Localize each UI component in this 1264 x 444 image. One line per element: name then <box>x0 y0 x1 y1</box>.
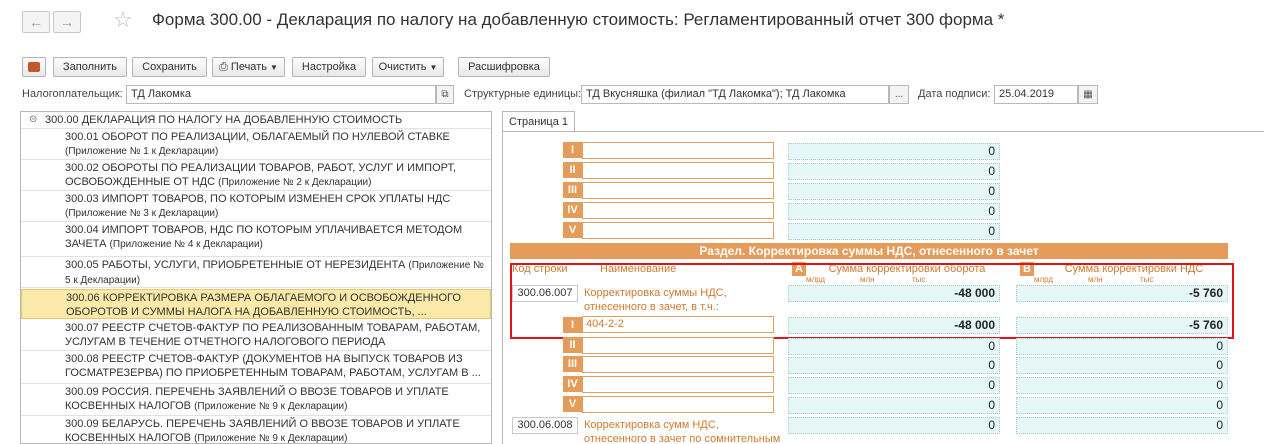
vat-input[interactable]: 0 <box>1016 357 1228 374</box>
vat-input[interactable]: 0 <box>1016 417 1228 434</box>
tree-root-label: 300.00 ДЕКЛАРАЦИЯ ПО НАЛОГУ НА ДОБАВЛЕНН… <box>45 114 403 126</box>
tree-item[interactable]: 300.01 ОБОРОТ ПО РЕАЛИЗАЦИИ, ОБЛАГАЕМЫЙ … <box>21 129 491 160</box>
tab-page-1[interactable]: Страница 1 <box>502 111 575 132</box>
row-num: IV <box>563 376 582 392</box>
tree-item-sub: (Приложение № 4 к Декларации) <box>109 239 263 250</box>
house-icon <box>28 62 40 72</box>
tree-item-sub: (Приложение № 2 к Декларации) <box>218 177 372 188</box>
row-num: V <box>563 222 582 238</box>
tree-item[interactable]: 300.03 ИМПОРТ ТОВАРОВ, ПО КОТОРЫМ ИЗМЕНЕ… <box>21 191 491 222</box>
tree-item-title: 300.05 РАБОТЫ, УСЛУГИ, ПРИОБРЕТЕННЫЕ ОТ … <box>65 259 406 271</box>
tree-item-selected[interactable]: 300.06 КОРРЕКТИРОВКА РАЗМЕРА ОБЛАГАЕМОГО… <box>21 289 491 319</box>
units-label: Структурные единицы: <box>464 88 582 100</box>
highlight-frame <box>510 263 1234 339</box>
tree-item-title: 300.07 РЕЕСТР СЧЕТОВ-ФАКТУР ПО РЕАЛИЗОВА… <box>65 322 481 348</box>
turnover-input[interactable]: 0 <box>788 338 1000 355</box>
row-num: II <box>563 337 582 353</box>
forward-button[interactable]: → <box>53 11 81 33</box>
report-tree[interactable]: ⊝ 300.00 ДЕКЛАРАЦИЯ ПО НАЛОГУ НА ДОБАВЛЕ… <box>20 111 492 444</box>
tree-item-title: 300.08 РЕЕСТР СЧЕТОВ-ФАКТУР (ДОКУМЕНТОВ … <box>65 353 481 379</box>
name-input[interactable] <box>582 222 774 239</box>
name-input[interactable] <box>582 396 774 413</box>
tree-item[interactable]: 300.08 РЕЕСТР СЧЕТОВ-ФАКТУР (ДОКУМЕНТОВ … <box>21 351 491 384</box>
settings-button[interactable]: Настройка <box>292 57 366 77</box>
row-num: II <box>563 162 582 178</box>
print-button[interactable]: ⎙ Печать ▼ <box>212 57 285 77</box>
date-label: Дата подписи: <box>918 88 991 100</box>
tree-item-title: 300.06 КОРРЕКТИРОВКА РАЗМЕРА ОБЛАГАЕМОГО… <box>66 292 461 318</box>
value-input[interactable]: 0 <box>788 223 1000 240</box>
clear-label: Очистить <box>378 61 427 73</box>
taxpayer-label: Налогоплательщик: <box>22 88 123 100</box>
back-button[interactable]: ← <box>22 11 50 33</box>
favorite-star-icon[interactable]: ☆ <box>113 8 133 32</box>
row-code: 300.06.008 <box>512 417 578 434</box>
turnover-input[interactable]: 0 <box>788 417 1000 434</box>
clear-button[interactable]: Очистить ▼ <box>372 57 444 77</box>
value-input[interactable]: 0 <box>788 163 1000 180</box>
tree-item[interactable]: 300.09 БЕЛАРУСЬ. ПЕРЕЧЕНЬ ЗАЯВЛЕНИЙ О ВВ… <box>21 416 491 444</box>
tree-item-title: 300.03 ИМПОРТ ТОВАРОВ, ПО КОТОРЫМ ИЗМЕНЕ… <box>65 193 451 205</box>
value-input[interactable]: 0 <box>788 203 1000 220</box>
printer-icon: ⎙ <box>219 61 228 73</box>
open-taxpayer-button[interactable]: ⧉ <box>436 85 454 104</box>
units-input[interactable]: ТД Вкусняшка (филиал "ТД Лакомка"); ТД Л… <box>581 85 889 104</box>
arrow-left-icon: ← <box>29 14 43 30</box>
tree-root[interactable]: ⊝ 300.00 ДЕКЛАРАЦИЯ ПО НАЛОГУ НА ДОБАВЛЕ… <box>21 112 491 129</box>
turnover-input[interactable]: 0 <box>788 397 1000 414</box>
calendar-button[interactable]: ▦ <box>1078 85 1098 104</box>
taxpayer-input[interactable]: ТД Лакомка <box>126 85 436 104</box>
vat-input[interactable]: 0 <box>1016 338 1228 355</box>
print-label: Печать <box>230 61 267 73</box>
tree-item[interactable]: 300.07 РЕЕСТР СЧЕТОВ-ФАКТУР ПО РЕАЛИЗОВА… <box>21 320 491 351</box>
calendar-icon: ▦ <box>1083 89 1093 100</box>
tree-item-sub: (Приложение № 9 к Декларации) <box>194 433 348 444</box>
collapse-icon: ⊝ <box>29 114 38 125</box>
vat-input[interactable]: 0 <box>1016 377 1228 394</box>
row-num: V <box>563 396 582 412</box>
name-input[interactable] <box>582 356 774 373</box>
row-num: IV <box>563 202 582 218</box>
value-input[interactable]: 0 <box>788 183 1000 200</box>
tree-item-sub: (Приложение № 1 к Декларации) <box>65 146 219 157</box>
chevron-down-icon: ▼ <box>270 63 278 72</box>
tree-item-title: 300.01 ОБОРОТ ПО РЕАЛИЗАЦИИ, ОБЛАГАЕМЫЙ … <box>65 131 450 143</box>
turnover-input[interactable]: 0 <box>788 377 1000 394</box>
tree-item-sub: (Приложение № 9 к Декларации) <box>194 401 348 412</box>
arrow-right-icon: → <box>60 14 74 30</box>
tree-item-sub: (Приложение № 3 к Декларации) <box>65 208 219 219</box>
vat-input[interactable]: 0 <box>1016 397 1228 414</box>
tree-item[interactable]: 300.09 РОССИЯ. ПЕРЕЧЕНЬ ЗАЯВЛЕНИЙ О ВВОЗ… <box>21 384 491 416</box>
name-input[interactable] <box>582 162 774 179</box>
name-input[interactable] <box>582 142 774 159</box>
name-input[interactable] <box>582 202 774 219</box>
tree-item[interactable]: 300.02 ОБОРОТЫ ПО РЕАЛИЗАЦИИ ТОВАРОВ, РА… <box>21 160 491 191</box>
row-name: Корректировка сумм НДС, отнесенного в за… <box>584 419 781 444</box>
decode-button[interactable]: Расшифровка <box>458 57 550 77</box>
section-title: Раздел. Корректировка суммы НДС, отнесен… <box>510 243 1228 259</box>
row-num: I <box>563 142 582 158</box>
units-select-button[interactable]: ... <box>889 85 909 104</box>
tree-item[interactable]: 300.04 ИМПОРТ ТОВАРОВ, НДС ПО КОТОРЫМ УП… <box>21 222 491 257</box>
turnover-input[interactable]: 0 <box>788 357 1000 374</box>
fill-button[interactable]: Заполнить <box>53 57 127 77</box>
window-title: Форма 300.00 - Декларация по налогу на д… <box>152 10 1005 29</box>
tree-item[interactable]: 300.05 РАБОТЫ, УСЛУГИ, ПРИОБРЕТЕННЫЕ ОТ … <box>21 257 491 288</box>
date-input[interactable]: 25.04.2019 <box>994 85 1078 104</box>
open-button[interactable] <box>22 57 46 77</box>
row-num: III <box>563 356 582 372</box>
open-icon: ⧉ <box>441 89 449 100</box>
name-input[interactable] <box>582 337 774 354</box>
value-input[interactable]: 0 <box>788 143 1000 160</box>
row-num: III <box>563 182 582 198</box>
name-input[interactable] <box>582 376 774 393</box>
chevron-down-icon: ▼ <box>429 63 438 72</box>
save-button[interactable]: Сохранить <box>132 57 207 77</box>
name-input[interactable] <box>582 182 774 199</box>
